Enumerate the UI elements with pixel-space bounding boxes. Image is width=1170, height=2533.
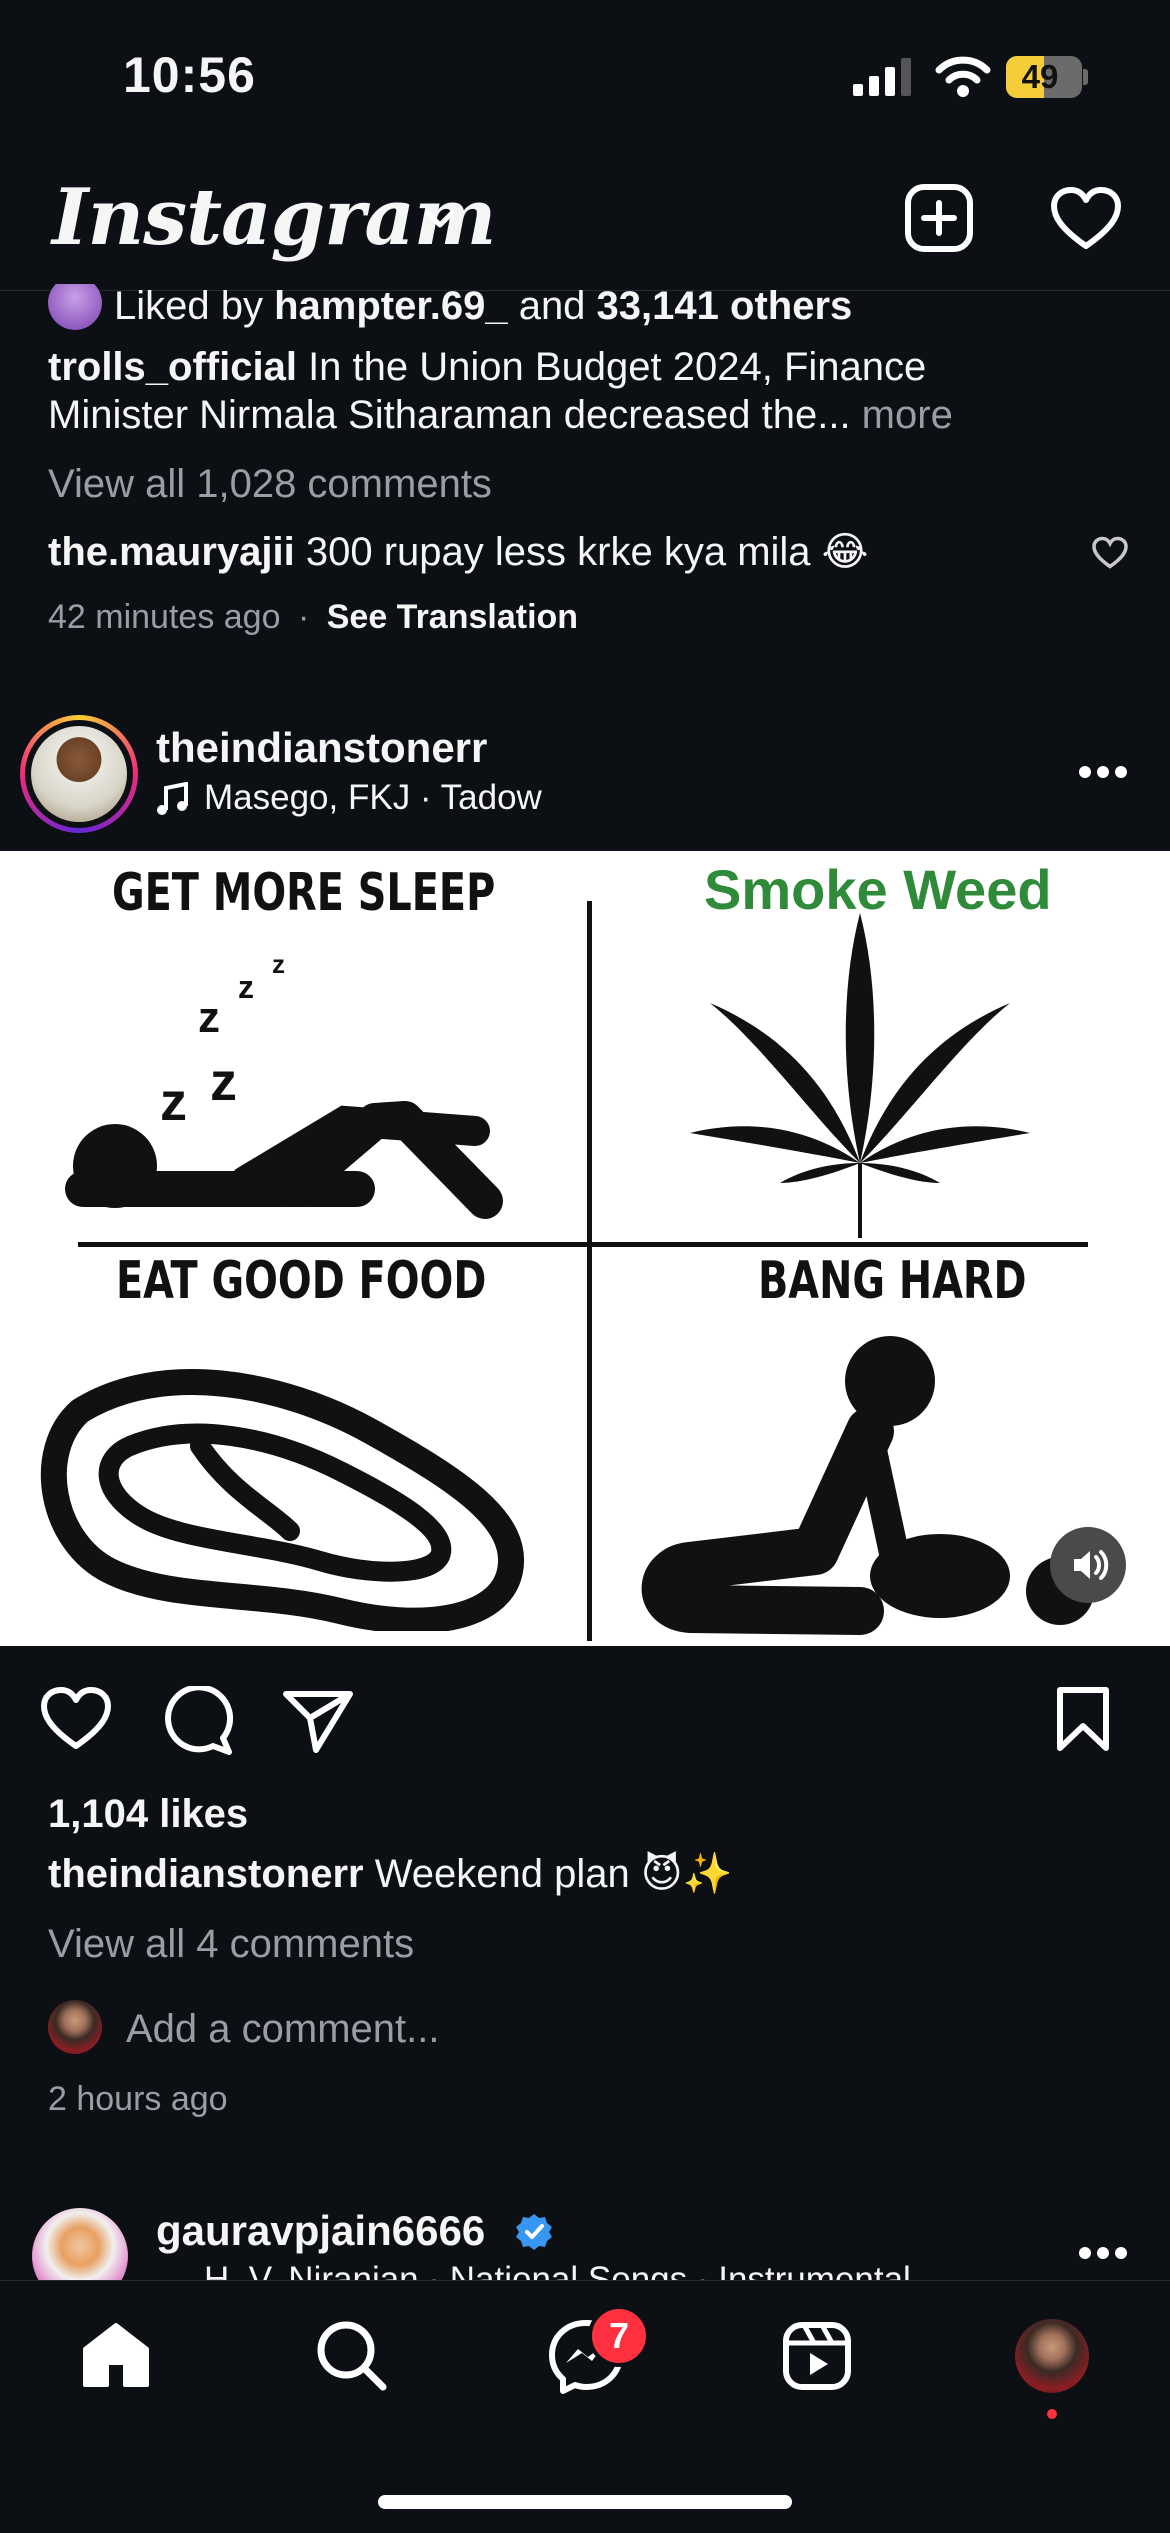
next-post-username[interactable]: gauravpjain6666 [156,2207,485,2255]
meme-label-sleep: GET MORE SLEEP [112,863,496,923]
home-indicator [378,2495,792,2509]
more-link[interactable]: more [851,393,953,437]
save-icon[interactable] [1054,1686,1112,1752]
wifi-icon [935,56,991,98]
liked-by-user[interactable]: hampter.69_ [274,284,507,328]
comment-user[interactable]: the.mauryajii [48,530,295,574]
meme-vertical-divider [587,901,592,1641]
sleeping-figure-icon [65,1101,503,1219]
meta-dot: · [297,598,310,636]
zzz-3: z [198,993,220,1042]
verified-icon [514,2212,554,2252]
status-time: 10:56 [123,47,256,103]
meme-label-food: EAT GOOD FOOD [116,1251,487,1311]
signal-icon [853,58,915,96]
comment-text: 300 rupay less krke kya mila 😂 [294,530,869,574]
liked-by-text: Liked by hampter.69_ and 33,141 others [114,282,852,330]
weed-leaf-icon [690,913,1030,1238]
home-icon[interactable] [81,2321,151,2389]
prev-caption-line-2: Minister Nirmala Sitharaman decreased th… [48,391,953,439]
prev-caption-line-1: trolls_official In the Union Budget 2024… [48,343,926,391]
prev-time: 42 minutes ago [48,598,281,636]
music-icon [156,781,190,816]
like-icon[interactable] [40,1686,112,1752]
share-icon[interactable] [282,1688,354,1754]
avatar [31,726,127,822]
meme-label-bang: BANG HARD [758,1251,1027,1311]
new-post-icon[interactable] [904,183,974,253]
post-view-comments[interactable]: View all 4 comments [48,1920,414,1968]
post-likes[interactable]: 1,104 likes [48,1790,248,1838]
more-icon[interactable] [1078,765,1128,779]
profile-dot [1047,2409,1057,2419]
post-time: 2 hours ago [48,2080,228,2118]
zzz-4: z [238,969,254,1005]
liked-by-and: and [507,284,597,328]
post-caption-text: Weekend plan 😈✨ [363,1852,733,1896]
post-image[interactable]: GET MORE SLEEP Smoke Weed EAT GOOD FOOD … [0,851,1170,1646]
add-comment-input[interactable]: Add a comment... [126,2005,439,2053]
prev-caption-text-2: Minister Nirmala Sitharaman decreased th… [48,393,851,437]
comment-like-icon[interactable] [1092,536,1128,570]
messages-badge: 7 [588,2305,650,2367]
prev-view-comments[interactable]: View all 1,028 comments [48,460,492,508]
reels-icon[interactable] [782,2321,852,2391]
steak-icon [40,1369,525,1631]
prev-comment: the.mauryajii 300 rupay less krke kya mi… [48,528,868,576]
profile-avatar[interactable] [1015,2319,1089,2393]
mute-icon[interactable] [1050,1527,1126,1603]
prev-caption-text-1: In the Union Budget 2024, Finance [296,345,927,389]
search-icon[interactable] [315,2319,387,2391]
post-caption-user[interactable]: theindianstonerr [48,1852,364,1896]
zzz-5: z [272,949,285,979]
liked-by-prefix: Liked by [114,284,275,328]
prev-meta: 42 minutes ago · See Translation [48,598,578,637]
post-caption: theindianstonerr Weekend plan 😈✨ [48,1850,732,1898]
battery-level: 49 [1021,58,1059,95]
liked-by-avatar[interactable] [48,284,102,330]
heart-icon[interactable] [1050,186,1122,252]
next-more-icon[interactable] [1078,2246,1128,2260]
chevron-down-icon[interactable] [420,205,460,235]
post-audio[interactable]: Masego, FKJ · Tadow [204,778,542,818]
prev-caption-user[interactable]: trolls_official [48,345,297,389]
comment-icon[interactable] [163,1684,234,1756]
see-translation-link[interactable]: See Translation [327,598,578,636]
liked-by-others[interactable]: 33,141 others [597,284,853,328]
post-username[interactable]: theindianstonerr [156,724,487,772]
battery-icon: 49 [1006,56,1090,98]
story-ring-avatar[interactable] [20,715,138,833]
comment-avatar [48,2000,102,2054]
